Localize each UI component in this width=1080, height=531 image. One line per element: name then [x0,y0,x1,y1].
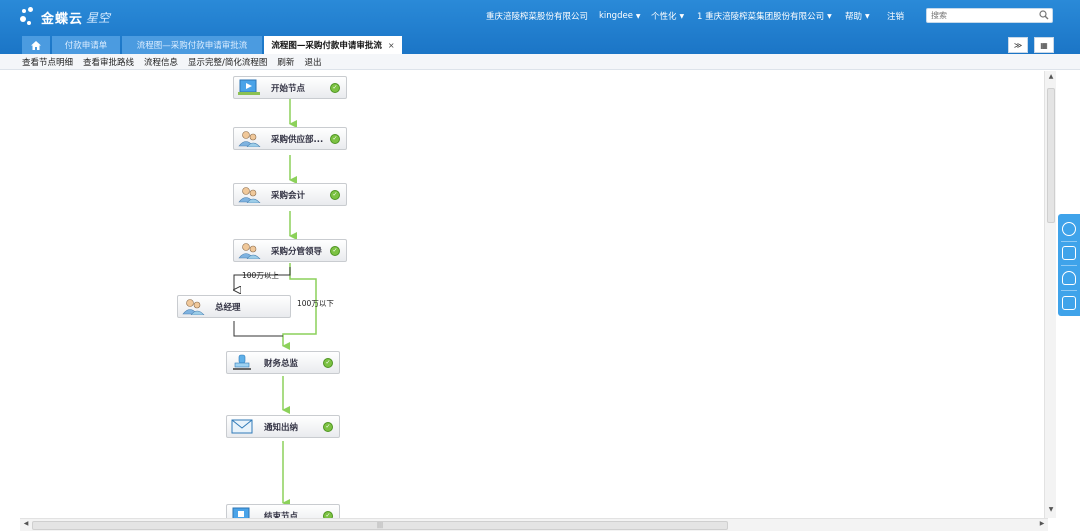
home-tab[interactable] [22,36,50,54]
user-menu[interactable]: kingdee ▼ [599,9,641,23]
app-window: 金蝶云 星空 重庆涪陵榨菜股份有限公司 kingdee ▼ 个性化 ▼ 1 重庆… [0,0,1080,531]
node-label: 财务总监 [264,358,299,369]
node-label: 采购分管领导 [271,246,323,257]
scroll-right-icon[interactable]: ▶ [1037,520,1047,531]
personalize-menu[interactable]: 个性化 ▼ [651,9,684,23]
end-icon [230,507,254,518]
scroll-left-icon[interactable]: ◀ [21,520,31,531]
action-toolbar: 查看节点明细 查看审批路线 流程信息 显示完整/简化流程图 刷新 退出 [0,54,1080,70]
home-icon [31,40,41,50]
logo-mark-icon [20,7,38,27]
flow-node-end[interactable]: 结束节点 ✓ [226,504,340,518]
check-icon: ✓ [323,511,333,518]
service-icon[interactable] [1062,222,1076,236]
flow-node-general-manager[interactable]: 总经理 [177,295,291,318]
refresh-button[interactable]: 刷新 [277,56,294,68]
logout-link[interactable]: 注销 [887,9,904,23]
node-label: 结束节点 [264,511,299,519]
tab-flowchart-active-label: 流程图—采购付款申请审批流 [271,41,382,51]
exit-button[interactable]: 退出 [304,56,321,68]
tab-flowchart-1[interactable]: 流程图—采购付款申请审批流 [122,36,262,54]
chevron-down-icon: ▼ [827,12,832,20]
personalize-label: 个性化 [651,12,677,22]
cloud-icon[interactable] [1062,271,1076,285]
mail-icon [230,418,254,435]
flow-node-leader[interactable]: 采购分管领导 ✓ [233,239,347,262]
flow-node-notify-cashier[interactable]: 通知出纳 ✓ [226,415,340,438]
grid-menu-button[interactable]: ▦ [1034,37,1054,53]
edge-label-below: 100万以下 [297,299,334,308]
tab-payment-request[interactable]: 付款申请单 [52,36,120,54]
node-label: 采购会计 [271,190,306,201]
brand-sub: 星空 [86,10,111,25]
message-icon[interactable] [1062,246,1076,260]
vertical-scrollbar[interactable]: ▲ ▼ [1044,71,1056,518]
node-label: 采购供应部... [271,134,324,145]
user-name: kingdee [599,11,633,21]
top-header: 金蝶云 星空 重庆涪陵榨菜股份有限公司 kingdee ▼ 个性化 ▼ 1 重庆… [0,0,1080,54]
flow-node-accountant[interactable]: 采购会计 ✓ [233,183,347,206]
users-icon [237,130,261,148]
edge-label-above: 100万以上 [242,271,279,280]
view-node-detail-button[interactable]: 查看节点明细 [22,56,73,68]
vertical-scroll-thumb[interactable] [1047,88,1055,223]
toggle-full-flow-button[interactable]: 显示完整/简化流程图 [188,56,267,68]
flow-node-supply[interactable]: 采购供应部... ✓ [233,127,347,150]
help-label: 帮助 [845,12,863,22]
flow-node-start[interactable]: 开始节点 ✓ [233,76,347,99]
help-menu[interactable]: 帮助 ▼ [845,9,870,23]
flow-node-finance-director[interactable]: 财务总监 ✓ [226,351,340,374]
org-menu[interactable]: 1 重庆涪陵榨菜集团股份有限公司 ▼ [697,9,832,23]
search-input[interactable] [927,9,1037,22]
check-icon: ✓ [330,246,340,256]
search-icon[interactable] [1039,10,1049,20]
document-icon[interactable] [1062,296,1076,310]
scroll-down-icon[interactable]: ▼ [1045,506,1057,516]
flow-info-button[interactable]: 流程信息 [144,56,178,68]
stamp-icon [230,354,254,371]
org-label: 1 重庆涪陵榨菜集团股份有限公司 [697,12,825,22]
horizontal-scrollbar[interactable]: ◀ ||| ▶ [20,518,1048,531]
check-icon: ✓ [323,358,333,368]
flow-canvas[interactable]: 100万以上 100万以下 开始节点 ✓ 采购供应部... ✓ 采购会计 ✓ 采… [0,71,1044,518]
chevron-down-icon: ▼ [635,12,641,20]
company-name: 重庆涪陵榨菜股份有限公司 [486,12,589,22]
flow-edges [0,99,317,507]
check-icon: ✓ [323,422,333,432]
check-icon: ✓ [330,190,340,200]
side-float-panel [1058,214,1080,316]
edge-gm-to-finance [233,321,283,337]
users-icon [237,186,261,204]
horizontal-scroll-thumb[interactable]: ||| [32,521,728,530]
chevron-down-icon: ▼ [679,12,685,20]
chevron-down-icon: ▼ [865,12,870,20]
node-label: 开始节点 [271,83,306,94]
collapse-button[interactable]: ≫ [1008,37,1028,53]
scroll-up-icon[interactable]: ▲ [1045,73,1057,83]
view-approval-route-button[interactable]: 查看审批路线 [83,56,134,68]
users-icon [237,242,261,260]
close-icon[interactable]: × [388,41,395,50]
check-icon: ✓ [330,83,340,93]
node-label: 通知出纳 [264,422,299,433]
node-label: 总经理 [215,302,241,313]
check-icon: ✓ [330,134,340,144]
brand-name: 金蝶云 [41,11,84,27]
start-icon [237,79,261,96]
users-icon [181,298,205,316]
search-box [926,8,1053,23]
tab-flowchart-active[interactable]: 流程图—采购付款申请审批流 × [264,36,402,54]
brand-logo[interactable]: 金蝶云 星空 [20,6,110,28]
